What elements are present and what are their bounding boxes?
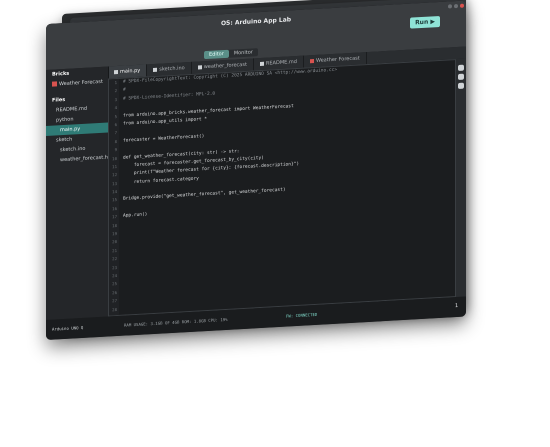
expand-icon[interactable] [458, 64, 464, 71]
connection-status: FW: CONNECTED [286, 311, 318, 319]
markdown-file-icon [259, 61, 264, 66]
app-icon [309, 58, 314, 63]
code-editor[interactable]: 1 2 3 4 5 6 7 8 9 10 11 12 13 14 15 16 17 18 19 20 21 22 23 24 2… [108, 59, 456, 317]
editor-side-tools [456, 58, 466, 298]
run-button[interactable]: Run ▶ [410, 15, 440, 29]
file-weather-forecast-h[interactable]: weather_forecast.h [46, 153, 108, 166]
tool-icon[interactable] [458, 73, 464, 80]
mode-editor[interactable]: Editor [204, 49, 229, 60]
board-name[interactable]: Arduino UNO Q [52, 325, 83, 332]
resource-usage: RAM USAGE: 3.1GB OF 4GB ROM: 1.8GB CPU: … [124, 316, 228, 328]
mode-monitor[interactable]: Monitor [229, 48, 258, 58]
notification-count[interactable]: 1 [455, 303, 458, 309]
line-number: 28 [112, 306, 117, 312]
python-file-icon [114, 69, 118, 74]
settings-icon[interactable] [458, 82, 464, 89]
mode-switch: Editor Monitor [204, 48, 258, 60]
code-area[interactable]: # SPDX-FileCopyrightText: Copyright (C) … [123, 60, 451, 314]
brick-weather-forecast[interactable]: Weather Forecast [46, 77, 108, 90]
brick-icon [52, 81, 57, 87]
sidebar: Bricks Weather Forecast Files README.md … [46, 66, 109, 320]
brick-icon [197, 64, 202, 70]
sketch-file-icon [153, 67, 158, 72]
line-number-gutter: 1 2 3 4 5 6 7 8 9 10 11 12 13 14 15 16 17 18 19 20 21 22 23 24 2… [109, 78, 119, 316]
app-window: OS: Arduino App Lab Run ▶ Editor Monitor… [46, 0, 466, 341]
